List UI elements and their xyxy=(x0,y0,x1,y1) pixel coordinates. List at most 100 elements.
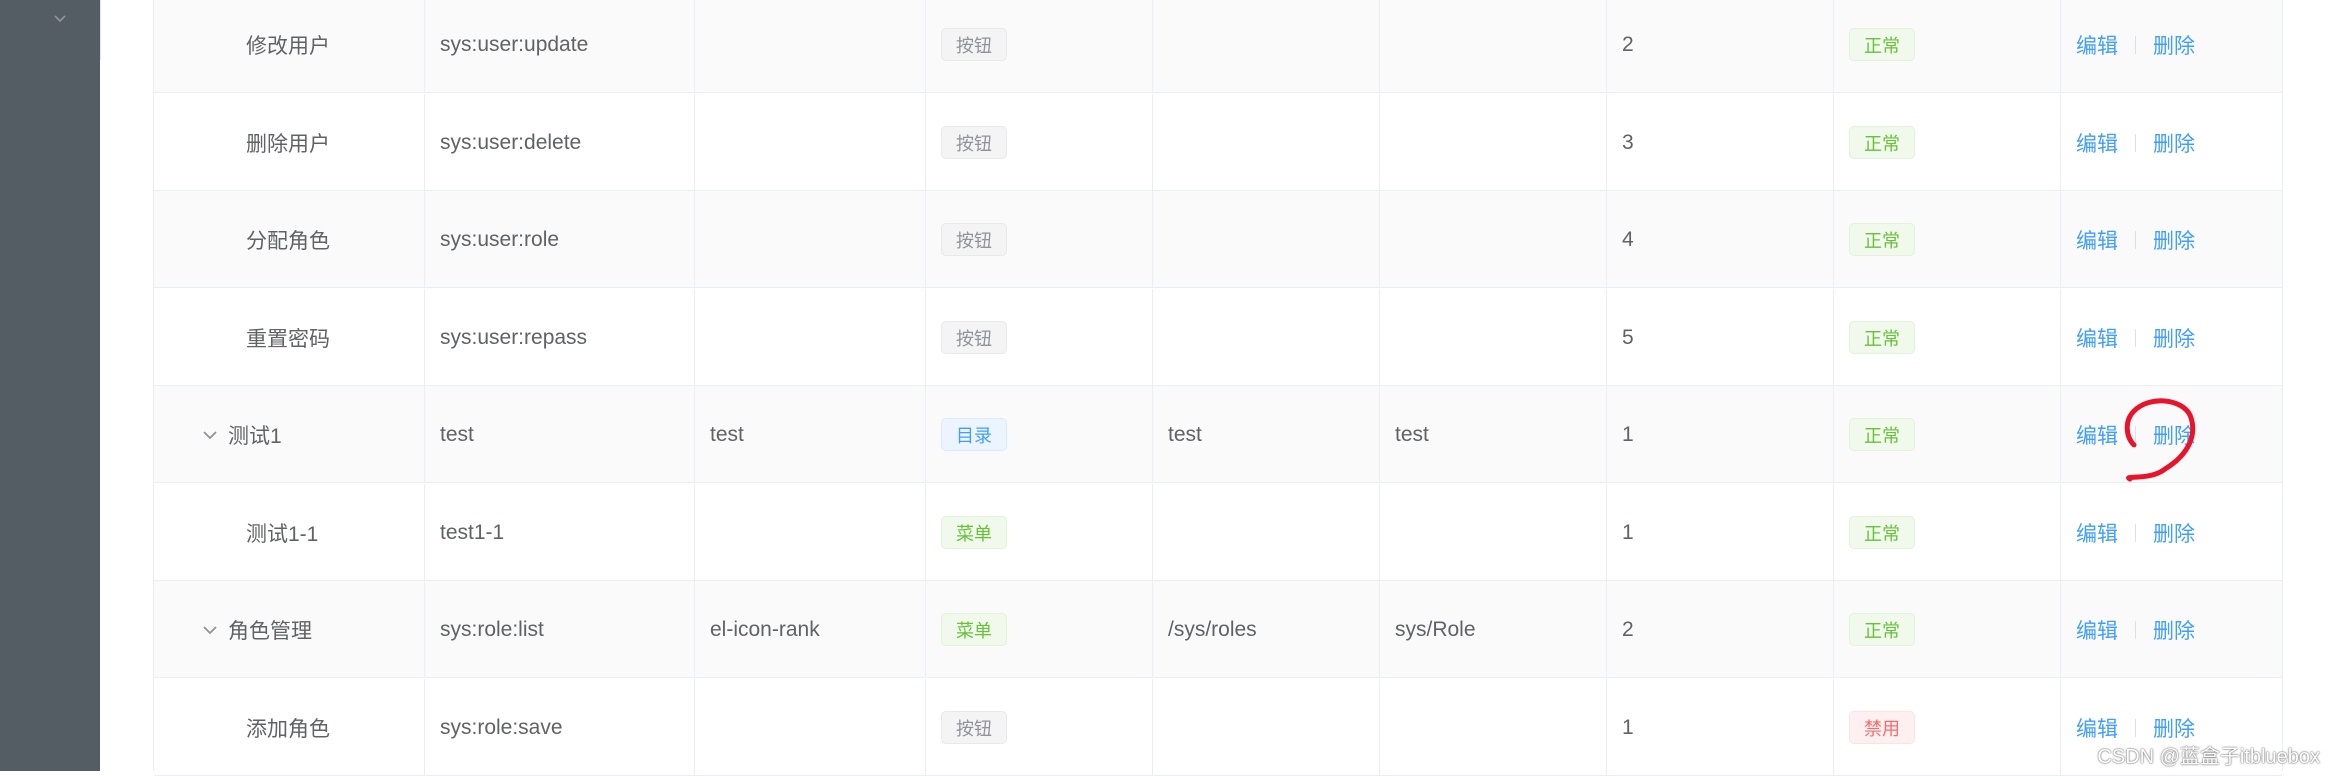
order-cell: 2 xyxy=(1607,581,1834,678)
path-cell xyxy=(1153,191,1380,288)
perms-cell: sys:user:repass xyxy=(425,289,695,386)
order-cell: 5 xyxy=(1607,289,1834,386)
type-tag: 按钮 xyxy=(941,223,1007,256)
order-cell: 1 xyxy=(1607,484,1834,581)
type-tag: 按钮 xyxy=(941,711,1007,744)
edit-button[interactable]: 编辑 xyxy=(2076,323,2118,353)
edit-button[interactable]: 编辑 xyxy=(2076,713,2118,743)
delete-button[interactable]: 删除 xyxy=(2153,713,2195,743)
action-divider xyxy=(2135,328,2136,347)
component-cell: test xyxy=(1380,386,1607,483)
perms-code: sys:user:delete xyxy=(440,130,582,154)
edit-button[interactable]: 编辑 xyxy=(2076,518,2118,548)
chevron-down-icon[interactable] xyxy=(198,618,222,642)
delete-button[interactable]: 删除 xyxy=(2153,323,2195,353)
actions-cell: 编辑 删除 xyxy=(2061,484,2284,581)
edit-button[interactable]: 编辑 xyxy=(2076,225,2118,255)
delete-button[interactable]: 删除 xyxy=(2153,225,2195,255)
order-num: 3 xyxy=(1622,130,1634,154)
path-cell xyxy=(1153,679,1380,776)
perms-code: sys:user:repass xyxy=(440,325,588,349)
status-badge: 正常 xyxy=(1849,321,1915,354)
path-cell: /sys/roles xyxy=(1153,581,1380,678)
edit-button[interactable]: 编辑 xyxy=(2076,615,2118,645)
status-badge: 正常 xyxy=(1849,223,1915,256)
type-cell: 菜单 xyxy=(926,484,1153,581)
action-divider xyxy=(2135,35,2136,54)
path: test xyxy=(1168,422,1202,446)
actions-cell: 编辑 删除 xyxy=(2061,386,2284,483)
delete-button[interactable]: 删除 xyxy=(2153,615,2195,645)
perms-code: test1-1 xyxy=(440,520,505,544)
action-divider xyxy=(2135,133,2136,152)
actions-cell: 编辑 删除 xyxy=(2061,581,2284,678)
order-cell: 1 xyxy=(1607,386,1834,483)
table-row: 修改用户 sys:user:update 按钮 2 正常 编辑 删除 xyxy=(154,0,2282,93)
menu-name: 测试1 xyxy=(228,424,282,448)
status-badge: 正常 xyxy=(1849,126,1915,159)
table-row: 重置密码 sys:user:repass 按钮 5 正常 编辑 删除 xyxy=(154,289,2282,386)
perms-cell: sys:role:list xyxy=(425,581,695,678)
icon-name: test xyxy=(710,422,744,446)
path-cell: test xyxy=(1153,386,1380,483)
status-cell: 正常 xyxy=(1834,94,2061,191)
delete-button[interactable]: 删除 xyxy=(2153,420,2195,450)
action-divider xyxy=(2135,718,2136,737)
order-num: 5 xyxy=(1622,325,1634,349)
status-cell: 正常 xyxy=(1834,581,2061,678)
component-cell xyxy=(1380,484,1607,581)
status-badge: 正常 xyxy=(1849,28,1915,61)
type-cell: 按钮 xyxy=(926,191,1153,288)
perms-cell: test1-1 xyxy=(425,484,695,581)
perms-cell: sys:role:save xyxy=(425,679,695,776)
type-cell: 按钮 xyxy=(926,0,1153,93)
delete-button[interactable]: 删除 xyxy=(2153,128,2195,158)
menu-name: 修改用户 xyxy=(246,34,330,58)
delete-button[interactable]: 删除 xyxy=(2153,30,2195,60)
chevron-down-icon[interactable] xyxy=(52,10,68,26)
edit-button[interactable]: 编辑 xyxy=(2076,128,2118,158)
path-cell xyxy=(1153,94,1380,191)
component-cell xyxy=(1380,191,1607,288)
order-cell: 1 xyxy=(1607,679,1834,776)
icon-cell xyxy=(695,679,926,776)
component-cell xyxy=(1380,679,1607,776)
actions-cell: 编辑 删除 xyxy=(2061,0,2284,93)
perms-code: sys:user:role xyxy=(440,227,560,251)
edit-button[interactable]: 编辑 xyxy=(2076,420,2118,450)
perms-cell: sys:user:role xyxy=(425,191,695,288)
chevron-down-icon[interactable] xyxy=(198,423,222,447)
table-row: 角色管理 sys:role:list el-icon-rank 菜单/sys/role… xyxy=(154,581,2282,678)
type-cell: 目录 xyxy=(926,386,1153,483)
path-cell xyxy=(1153,484,1380,581)
icon-name: el-icon-rank xyxy=(710,617,820,641)
order-num: 1 xyxy=(1622,422,1634,446)
component-cell xyxy=(1380,289,1607,386)
name-cell: 角色管理 xyxy=(154,581,425,678)
name-cell: 添加角色 xyxy=(154,679,425,776)
table-row: 分配角色 sys:user:role 按钮 4 正常 编辑 删除 xyxy=(154,191,2282,288)
edit-button[interactable]: 编辑 xyxy=(2076,30,2118,60)
perms-code: test xyxy=(440,422,474,446)
sidebar-divider xyxy=(100,0,101,60)
icon-cell xyxy=(695,0,926,93)
component-cell xyxy=(1380,0,1607,93)
type-tag: 菜单 xyxy=(941,613,1007,646)
status-cell: 正常 xyxy=(1834,484,2061,581)
status-badge: 正常 xyxy=(1849,613,1915,646)
action-divider xyxy=(2135,620,2136,639)
action-divider xyxy=(2135,230,2136,249)
table-row: 测试1 test test 目录 test test 1 正常 编辑 删除 xyxy=(154,386,2282,483)
icon-cell xyxy=(695,191,926,288)
status-cell: 正常 xyxy=(1834,0,2061,93)
actions-cell: 编辑 删除 xyxy=(2061,191,2284,288)
table-row: 删除用户 sys:user:delete 按钮 3 正常 编辑 删除 xyxy=(154,94,2282,191)
type-cell: 按钮 xyxy=(926,679,1153,776)
delete-button[interactable]: 删除 xyxy=(2153,518,2195,548)
icon-cell: test xyxy=(695,386,926,483)
menu-name: 测试1-1 xyxy=(246,522,319,546)
type-tag: 目录 xyxy=(941,418,1007,451)
icon-cell xyxy=(695,484,926,581)
menu-name: 重置密码 xyxy=(246,327,330,351)
path: /sys/roles xyxy=(1168,617,1257,641)
